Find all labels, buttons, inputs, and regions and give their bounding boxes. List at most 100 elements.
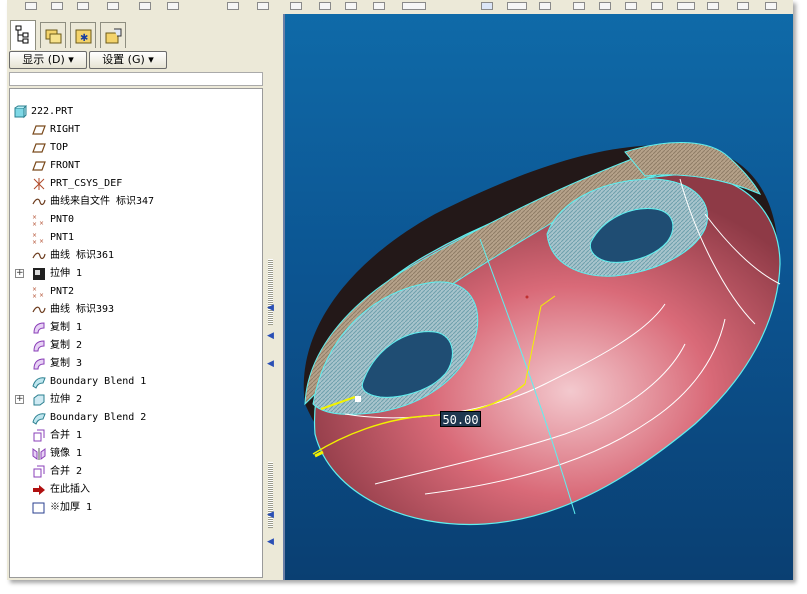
tab-favorites[interactable]: ✱ [70,22,96,48]
svg-text:×: × [32,293,37,299]
tree-item-label: 复制 3 [50,358,83,369]
collapse-arrow-icon[interactable]: ◀ [267,536,276,548]
svg-text:×: × [39,220,44,227]
tree-item-label: Boundary Blend 2 [50,412,147,423]
copy-surface-icon [32,339,46,353]
datum-plane-icon [32,141,46,155]
tab-connections[interactable] [100,22,126,48]
svg-text:×: × [32,214,37,221]
toolbar-icon[interactable] [290,2,302,10]
connections-icon [105,28,122,44]
toolbar-icon[interactable] [737,2,749,10]
show-dropdown-button[interactable]: 显示 (D) ▾ [9,51,87,69]
curve-icon [32,195,46,209]
mirror-icon [32,447,46,461]
toolbar-icon[interactable] [77,2,89,10]
toolbar-icon[interactable] [345,2,357,10]
svg-text:×: × [32,239,37,245]
toolbar-icon[interactable] [107,2,119,10]
toolbar-icon[interactable] [402,2,426,10]
tab-model-tree[interactable] [10,20,36,50]
boundary-blend-icon [32,411,46,425]
toolbar-icon[interactable] [539,2,551,10]
boundary-blend-icon [32,375,46,389]
merge-icon [32,465,46,479]
csys-icon [32,177,46,191]
model-tree-icon [15,25,29,44]
graphics-viewport[interactable]: 50.00 [283,14,793,580]
toolbar-icon[interactable] [319,2,331,10]
svg-text:×: × [32,232,37,239]
toolbar-icon[interactable] [765,2,777,10]
tree-item-label: PNT2 [50,286,75,297]
tree-item-label: FRONT [50,160,81,171]
svg-text:×: × [32,221,37,227]
insert-here-arrow-icon [32,483,46,497]
collapse-arrow-icon[interactable]: ◀ [267,358,276,370]
tree-item-label: PRT_CSYS_DEF [50,178,123,189]
settings-dropdown-button[interactable]: 设置 (G) ▾ [89,51,167,69]
datum-point-icon: × × × [32,285,46,300]
toolbar-icon[interactable] [507,2,527,10]
toolbar-icon[interactable] [481,2,493,10]
tree-item-label: 复制 2 [50,340,83,351]
toolbar-icon[interactable] [25,2,37,10]
toolbar-icon[interactable] [51,2,63,10]
tree-item-label: 镜像 1 [50,448,83,459]
tree-item-label: 拉伸 2 [50,394,83,405]
part-icon [13,105,28,119]
tree-item-label: 拉伸 1 [50,268,83,279]
navigator-panel: ✱ 显示 (D) ▾ 设置 (G) ▾ 222.PRT RIGHT TOP FRONT… [7,14,265,580]
thicken-icon [32,501,46,515]
expand-toggle-icon[interactable]: + [15,395,24,404]
toolbar-icon[interactable] [599,2,611,10]
svg-text:×: × [32,286,37,293]
svg-text:×: × [39,238,44,245]
dimension-label[interactable]: 50.00 [440,411,481,427]
navigator-tabs: ✱ [10,20,262,50]
tree-header-strip [9,72,263,86]
collapse-arrow-icon[interactable]: ◀ [267,509,276,521]
collapse-arrow-icon[interactable]: ◀ [267,302,276,314]
extrude-surface-icon [32,393,46,407]
top-toolbar [7,0,793,15]
tree-item-label: 合并 2 [50,466,83,477]
toolbar-icon[interactable] [573,2,585,10]
copy-surface-icon [32,321,46,335]
model-tree: 222.PRT RIGHT TOP FRONT PRT_CSYS_DEF 曲线来自文件 标… [9,88,263,578]
layers-folder-icon [45,29,62,44]
merge-icon [32,429,46,443]
tree-item-label: PNT0 [50,214,75,225]
favorites-folder-icon: ✱ [75,29,92,44]
expand-toggle-icon[interactable]: + [15,269,24,278]
tree-button-row: 显示 (D) ▾ 设置 (G) ▾ [9,51,263,71]
tree-item-label: 复制 1 [50,322,83,333]
toolbar-icon[interactable] [373,2,385,10]
toolbar-icon[interactable] [707,2,719,10]
toolbar-icon[interactable] [227,2,239,10]
tree-item-label: RIGHT [50,124,81,135]
datum-point-icon: × × × [32,231,46,246]
tree-item-label: 222.PRT [31,106,74,117]
sash-grip[interactable] [268,259,273,325]
tree-item-label: 曲线来自文件 标识347 [50,196,155,207]
collapse-arrow-icon[interactable]: ◀ [267,330,276,342]
svg-text:✱: ✱ [80,33,88,44]
panel-sash[interactable]: ◀ ◀ ◀ ◀ ◀ [265,14,283,580]
tree-item-label: Boundary Blend 1 [50,376,147,387]
svg-text:×: × [39,292,44,299]
toolbar-icon[interactable] [167,2,179,10]
3d-model-render [303,142,781,526]
toolbar-icon[interactable] [139,2,151,10]
tree-item-label: 合并 1 [50,430,83,441]
tree-item-label: TOP [50,142,69,153]
toolbar-icon[interactable] [625,2,637,10]
tree-item-label: 在此插入 [50,484,90,495]
datum-plane-icon [32,159,46,173]
toolbar-icon[interactable] [651,2,663,10]
tree-item-label: 曲线 标识393 [50,304,115,315]
curve-icon [32,303,46,317]
toolbar-icon[interactable] [257,2,269,10]
tab-folder-browser[interactable] [40,22,66,48]
toolbar-icon[interactable] [677,2,695,10]
